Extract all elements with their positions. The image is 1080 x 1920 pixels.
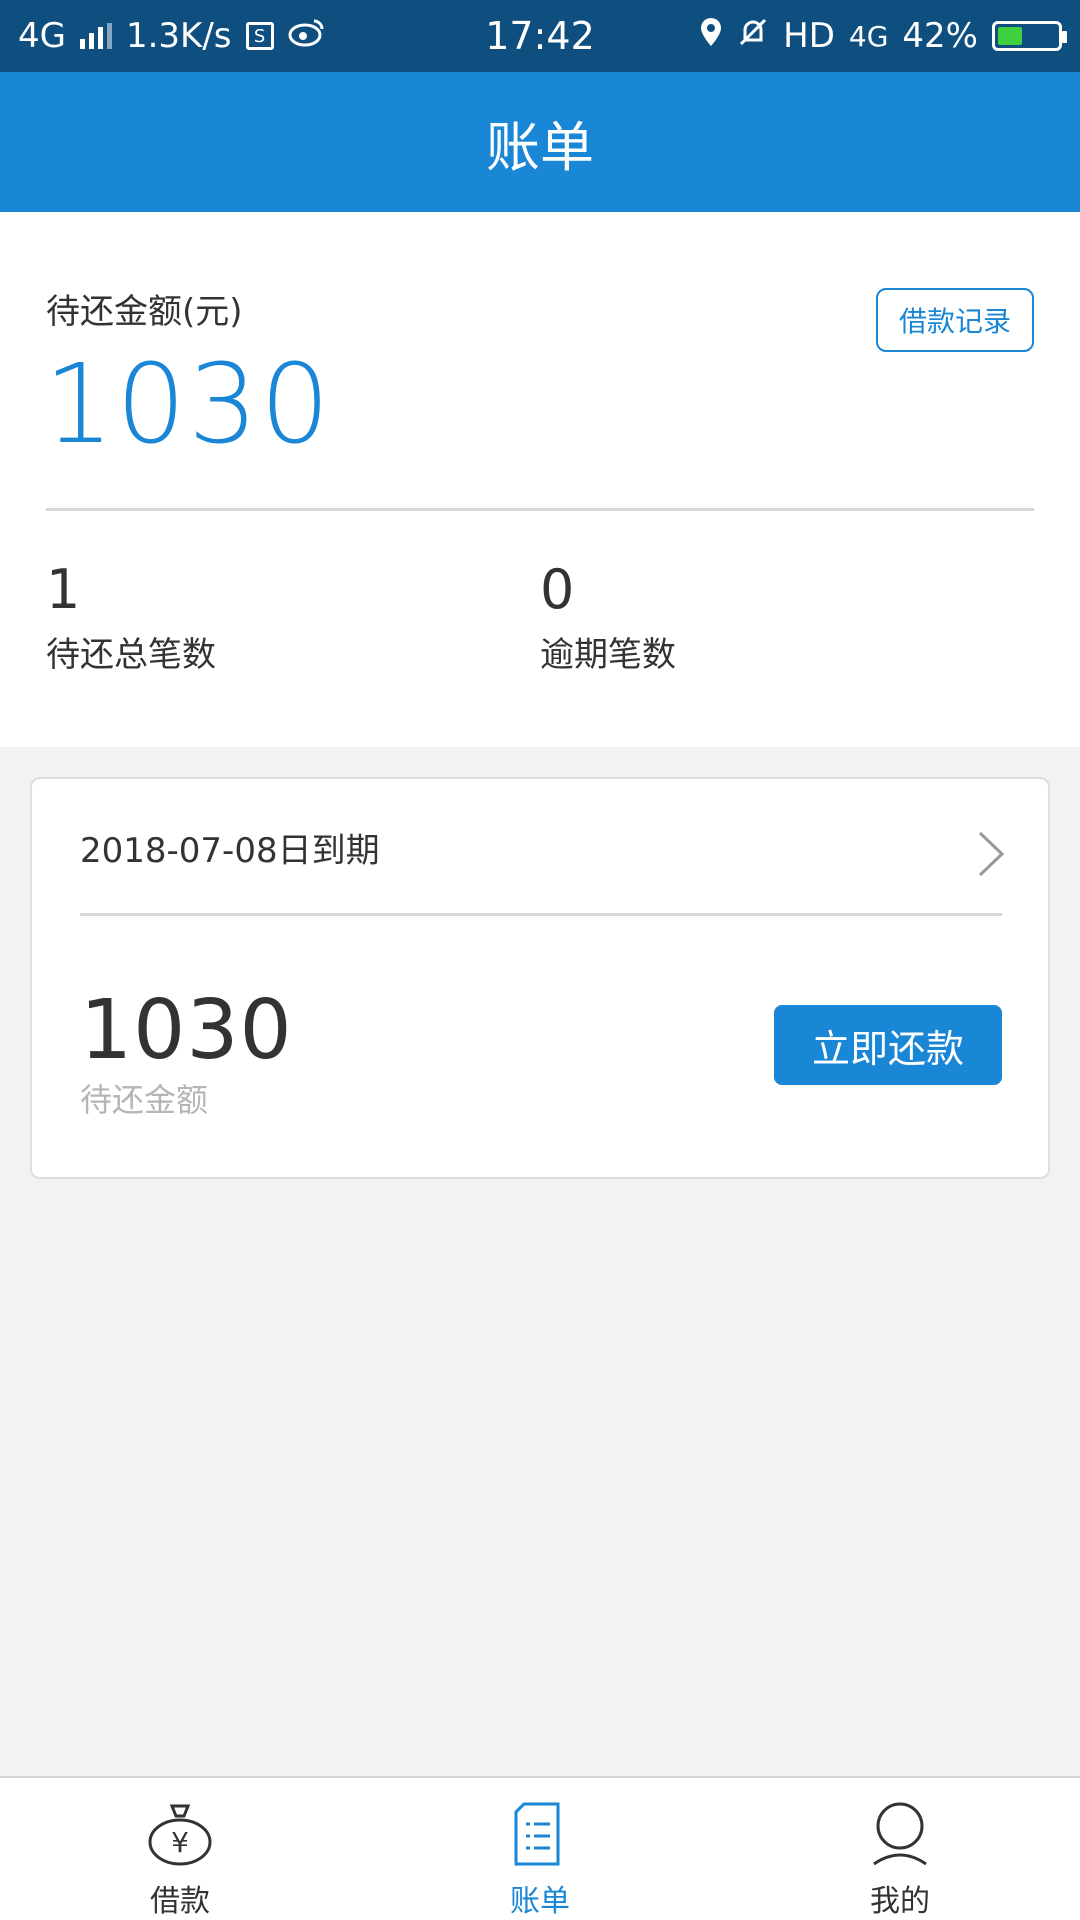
s-app-icon: S [245,22,274,50]
bill-card[interactable]: 2018-07-08日到期 1030 待还金额 立即还款 [30,777,1050,1179]
network-type: 4G [18,16,66,56]
nav-item-loan[interactable]: ¥ 借款 [0,1778,360,1920]
chevron-right-icon[interactable] [972,829,1008,879]
network-speed: 1.3K/s [125,16,232,56]
nav-label: 我的 [870,1884,930,1919]
loan-record-button[interactable]: 借款记录 [876,288,1034,352]
pending-amount-label: 待还金额(元) [46,292,243,332]
stat-value: 0 [540,558,575,621]
divider [46,508,1034,511]
bill-amount: 1030 [80,983,293,1078]
bill-amount-label: 待还金额 [80,1081,209,1119]
mute-icon [737,16,769,57]
repay-now-button[interactable]: 立即还款 [774,1005,1002,1085]
hd-label: HD [783,16,835,56]
battery-percent: 42% [902,16,978,56]
signal-icon [79,23,112,49]
network-type-2: 4G [848,19,889,53]
weibo-icon [288,16,326,56]
stat-total-count: 1 待还总笔数 [46,560,216,676]
due-date: 2018-07-08日到期 [80,831,380,871]
nav-item-mine[interactable]: 我的 [720,1778,1080,1920]
money-bag-icon: ¥ [148,1804,212,1866]
battery-icon [992,21,1067,51]
nav-label: 借款 [150,1884,210,1919]
nav-item-bill[interactable]: 账单 [360,1778,720,1920]
bill-icon [514,1802,560,1866]
location-icon [699,16,723,57]
stat-overdue-count: 0 逾期笔数 [540,560,676,676]
stat-label: 待还总笔数 [46,635,216,676]
bill-screen: 4G 1.3K/s S 17:42 HD 4G 42% 账单 待还金额(元) 1… [0,0,1080,1920]
stat-label: 逾期笔数 [540,635,676,676]
divider [80,913,1002,916]
summary-section: 待还金额(元) 1030 借款记录 1 待还总笔数 0 逾期笔数 [0,212,1080,747]
svg-text:¥: ¥ [171,1826,189,1859]
pending-amount-value: 1030 [44,340,332,468]
stat-value: 1 [46,558,81,621]
page-title: 账单 [0,72,1080,212]
bottom-nav: ¥ 借款 账单 我的 [0,1776,1080,1920]
user-icon [873,1802,927,1866]
status-bar: 4G 1.3K/s S 17:42 HD 4G 42% [0,0,1080,72]
nav-label: 账单 [510,1884,570,1919]
